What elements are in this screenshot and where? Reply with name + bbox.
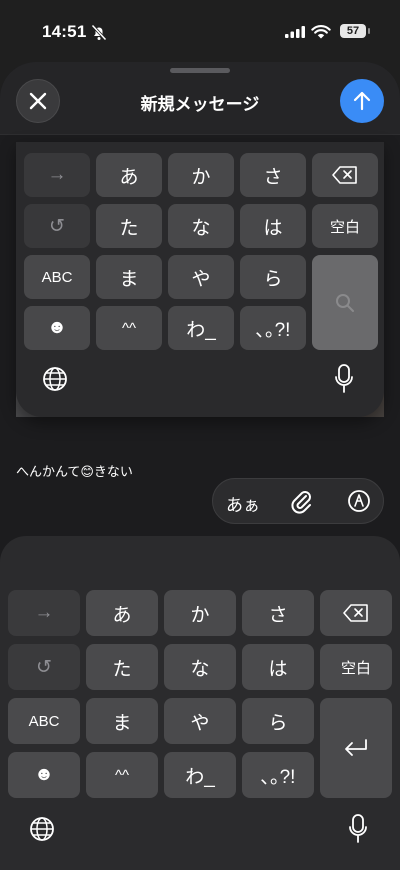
key-na[interactable]: な <box>168 204 234 248</box>
undo-icon: ↺ <box>49 215 65 237</box>
key-label: な <box>190 658 210 680</box>
key-undo[interactable]: ↺ <box>24 204 90 248</box>
undo-icon: ↺ <box>36 656 52 678</box>
key-label: ､｡?! <box>260 766 296 788</box>
microphone-icon[interactable] <box>348 814 368 844</box>
key-label: さ <box>263 166 283 188</box>
key-label: ABC <box>41 268 73 286</box>
globe-icon[interactable] <box>29 816 55 842</box>
delete-key[interactable] <box>312 153 378 197</box>
key-label: や <box>191 268 211 290</box>
globe-icon[interactable] <box>42 366 68 392</box>
key-label: → <box>47 164 67 185</box>
key-abc[interactable]: ABC <box>24 255 90 299</box>
key-label: は <box>263 217 283 239</box>
key-label: ^^ <box>114 766 130 784</box>
space-key[interactable]: 空白 <box>312 204 378 248</box>
emoji-icon: ☻ <box>34 764 54 785</box>
message-text: へんかんて😊きない <box>16 464 133 479</box>
key-label: ら <box>263 268 283 290</box>
key-label: た <box>112 658 132 680</box>
return-icon <box>345 739 367 756</box>
key-a[interactable]: あ <box>96 153 162 197</box>
key-abc[interactable]: ABC <box>8 698 80 744</box>
key-ta[interactable]: た <box>86 644 158 690</box>
system-keyboard: → あ か さ ↺ た な は 空白 ABC ま や ら ☻ ^^ わ_ ､｡?… <box>0 536 400 870</box>
status-bar: 14:51 57 <box>0 0 400 62</box>
key-na[interactable]: な <box>164 644 236 690</box>
key-label: さ <box>268 604 288 626</box>
key-ra[interactable]: ら <box>242 698 314 744</box>
key-label: ま <box>112 712 132 734</box>
key-label: → <box>34 602 54 623</box>
key-label: や <box>190 712 210 734</box>
battery-level: 57 <box>340 24 366 38</box>
key-label: あ <box>112 604 132 626</box>
key-label: あ <box>119 166 139 188</box>
key-label: ABC <box>28 712 60 730</box>
search-key[interactable] <box>312 255 378 350</box>
microphone-icon[interactable] <box>334 364 354 394</box>
arrow-up-icon <box>353 91 371 111</box>
emoji-icon: ☻ <box>47 317 67 338</box>
cellular-signal-icon <box>285 26 305 38</box>
key-ha[interactable]: は <box>240 204 306 248</box>
key-punctuation[interactable]: ､｡?! <box>240 306 306 350</box>
key-arrow-right[interactable]: → <box>8 590 80 636</box>
key-arrow-right[interactable]: → <box>24 153 90 197</box>
key-label: な <box>191 217 211 239</box>
floating-keyboard: → あ か さ ↺ た な は 空白 ABC ま や ら ☻ ^^ わ_ ､｡?… <box>16 142 384 417</box>
key-ma[interactable]: ま <box>96 255 162 299</box>
input-toolbar: あぁ <box>212 478 384 524</box>
markup-pen-icon[interactable] <box>347 489 371 513</box>
key-label: わ_ <box>186 319 216 341</box>
key-label: 空白 <box>329 218 360 236</box>
search-icon <box>336 293 354 312</box>
paperclip-icon[interactable] <box>291 490 313 514</box>
send-button[interactable] <box>340 79 384 123</box>
key-emoji[interactable]: ☻ <box>24 306 90 350</box>
text-format-button[interactable]: あぁ <box>226 491 260 516</box>
key-label: た <box>119 217 139 239</box>
key-label: は <box>268 658 288 680</box>
battery-tip <box>368 28 370 34</box>
key-label: か <box>191 166 211 188</box>
key-emoji[interactable]: ☻ <box>8 752 80 798</box>
bell-off-icon <box>91 24 107 41</box>
key-ta[interactable]: た <box>96 204 162 248</box>
key-ha[interactable]: は <box>242 644 314 690</box>
key-wa[interactable]: わ_ <box>168 306 234 350</box>
key-ma[interactable]: ま <box>86 698 158 744</box>
key-label: わ_ <box>185 766 215 788</box>
key-a[interactable]: あ <box>86 590 158 636</box>
sheet-grabber[interactable] <box>170 68 230 73</box>
key-undo[interactable]: ↺ <box>8 644 80 690</box>
space-key[interactable]: 空白 <box>320 644 392 690</box>
key-label: ら <box>268 712 288 734</box>
wifi-icon <box>311 25 331 39</box>
key-label: ､｡?! <box>255 319 291 341</box>
key-label: 空白 <box>340 659 371 677</box>
key-ka[interactable]: か <box>164 590 236 636</box>
key-ka[interactable]: か <box>168 153 234 197</box>
key-sa[interactable]: さ <box>242 590 314 636</box>
key-label: ま <box>119 268 139 290</box>
delete-key[interactable] <box>320 590 392 636</box>
delete-icon <box>332 166 357 184</box>
key-label: ^^ <box>121 319 137 337</box>
key-label: か <box>190 604 210 626</box>
key-wa[interactable]: わ_ <box>164 752 236 798</box>
delete-icon <box>343 604 368 622</box>
key-kaomoji[interactable]: ^^ <box>96 306 162 350</box>
key-kaomoji[interactable]: ^^ <box>86 752 158 798</box>
sheet-header: 新規メッセージ <box>0 62 400 135</box>
key-punctuation[interactable]: ､｡?! <box>242 752 314 798</box>
key-sa[interactable]: さ <box>240 153 306 197</box>
key-ra[interactable]: ら <box>240 255 306 299</box>
key-ya[interactable]: や <box>168 255 234 299</box>
return-key[interactable] <box>320 698 392 798</box>
status-time: 14:51 <box>42 22 87 41</box>
key-ya[interactable]: や <box>164 698 236 744</box>
